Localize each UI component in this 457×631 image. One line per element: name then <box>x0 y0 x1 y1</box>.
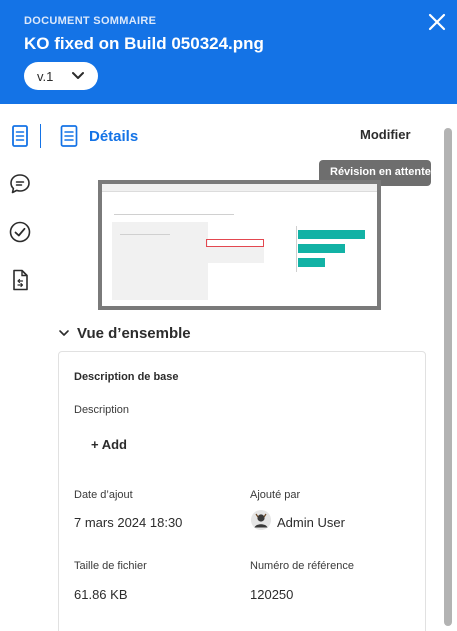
rail-active-divider <box>40 124 41 148</box>
description-label: Description <box>74 404 130 416</box>
reference-number-label: Numéro de référence <box>250 560 354 572</box>
edit-button[interactable]: Modifier <box>360 127 411 142</box>
document-thumbnail[interactable] <box>98 180 381 310</box>
panel-title: Détails <box>89 128 139 145</box>
details-document-icon <box>60 125 78 147</box>
file-size-value: 61.86 KB <box>74 587 128 602</box>
close-button[interactable] <box>426 11 448 33</box>
thumbnail-bar <box>298 244 345 253</box>
rail-approvals-button[interactable] <box>8 220 32 244</box>
thumbnail-divider <box>114 214 234 215</box>
reference-number-value: 120250 <box>250 587 294 602</box>
avatar <box>251 510 271 530</box>
overview-section-title[interactable]: Vue d’ensemble <box>77 325 191 342</box>
thumbnail-bar <box>298 230 365 239</box>
version-label: v.1 <box>37 69 54 84</box>
file-size-label: Taille de fichier <box>74 560 147 572</box>
rail-links-button[interactable] <box>8 268 32 292</box>
rail-details-button[interactable] <box>8 124 32 148</box>
rail-comments-button[interactable] <box>8 172 32 196</box>
comment-icon <box>10 174 30 194</box>
scrollbar-thumb[interactable] <box>444 128 452 626</box>
chevron-down-icon <box>72 72 84 79</box>
card-title: Description de base <box>74 371 179 383</box>
date-added-value: 7 mars 2024 18:30 <box>74 515 183 530</box>
add-description-button[interactable]: + Add <box>91 437 127 452</box>
file-link-icon <box>13 269 28 291</box>
document-summary-header: DOCUMENT SOMMAIRE KO fixed on Build 0503… <box>0 0 457 104</box>
header-eyebrow: DOCUMENT SOMMAIRE <box>24 15 157 27</box>
collapse-chevron-icon[interactable] <box>58 327 70 339</box>
date-added-label: Date d’ajout <box>74 489 133 501</box>
user-avatar-icon <box>251 510 271 530</box>
added-by-label: Ajouté par <box>250 489 301 501</box>
added-by-value: Admin User <box>277 515 345 530</box>
thumbnail-dropdown <box>206 247 264 263</box>
document-title: KO fixed on Build 050324.png <box>24 34 264 53</box>
checkmark-circle-icon <box>9 221 31 243</box>
thumbnail-highlight <box>206 239 264 247</box>
thumbnail-toolbar <box>102 184 377 192</box>
thumbnail-axis <box>296 226 297 272</box>
version-select[interactable]: v.1 <box>24 62 98 90</box>
document-icon <box>12 125 28 147</box>
close-icon <box>428 13 446 31</box>
thumbnail-divider <box>120 234 170 235</box>
thumbnail-bar <box>298 258 325 267</box>
